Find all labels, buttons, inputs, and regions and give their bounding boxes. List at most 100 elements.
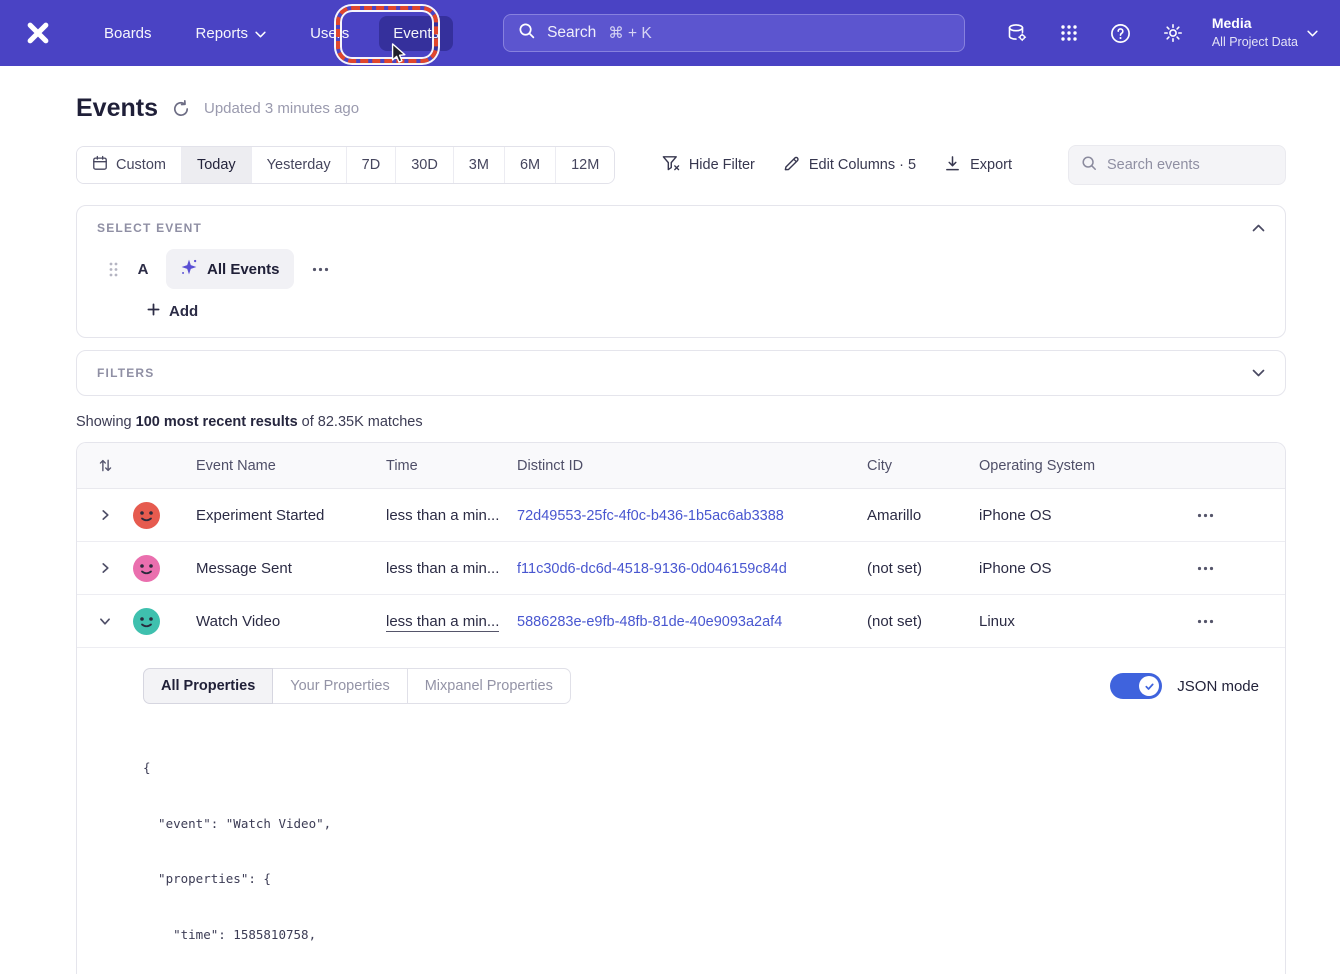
expand-chevron-down-icon[interactable]: [1252, 369, 1265, 377]
nav-item-reports[interactable]: Reports: [182, 16, 281, 51]
project-name: Media: [1212, 14, 1298, 34]
json-mode-toggle[interactable]: [1110, 673, 1162, 699]
add-event-button[interactable]: Add: [147, 303, 198, 320]
refresh-icon[interactable]: [172, 100, 190, 118]
cell-distinct-id-link[interactable]: 72d49553-25fc-4f0c-b436-1b5ac6ab3388: [517, 508, 784, 524]
project-subtitle: All Project Data: [1212, 34, 1298, 52]
cell-os: Linux: [979, 613, 1193, 630]
tab-mixpanel-properties[interactable]: Mixpanel Properties: [407, 668, 571, 704]
expand-row-chevron-right-icon[interactable]: [96, 558, 115, 578]
range-6m-button[interactable]: 6M: [504, 147, 555, 183]
table-header-row: Event Name Time Distinct ID City Operati…: [77, 443, 1285, 489]
cell-time: less than a min...: [386, 507, 517, 524]
main-content: Events Updated 3 minutes ago Custom Toda…: [0, 94, 1340, 974]
range-yesterday-button[interactable]: Yesterday: [251, 147, 346, 183]
range-label: 7D: [362, 157, 381, 173]
nav-item-label: Users: [310, 25, 349, 42]
table-row[interactable]: Experiment Started less than a min... 72…: [77, 489, 1285, 542]
sort-icon[interactable]: [77, 458, 133, 473]
apps-grid-icon[interactable]: [1056, 20, 1082, 46]
column-header-os: Operating System: [979, 458, 1193, 474]
hide-filter-button[interactable]: Hide Filter: [661, 154, 755, 176]
nav-items: Boards Reports Users Events: [90, 16, 453, 51]
column-header-event-name: Event Name: [179, 458, 386, 474]
cell-distinct-id-link[interactable]: 5886283e-e9fb-48fb-81de-40e9093a2af4: [517, 614, 782, 630]
row-more-menu-icon[interactable]: [1193, 562, 1218, 575]
range-label: 3M: [469, 157, 489, 173]
collapse-row-chevron-down-icon[interactable]: [95, 612, 115, 631]
help-icon[interactable]: [1108, 20, 1134, 46]
chevron-down-icon: [255, 25, 266, 42]
range-label: 12M: [571, 157, 599, 173]
nav-item-label: Events: [393, 25, 439, 42]
tab-all-properties[interactable]: All Properties: [143, 668, 273, 704]
table-row[interactable]: Message Sent less than a min... f11c30d6…: [77, 542, 1285, 595]
table-row-expanded[interactable]: Watch Video less than a min... 5886283e-…: [77, 595, 1285, 648]
event-avatar: [133, 555, 160, 582]
sparkle-icon: [180, 258, 198, 280]
project-switcher[interactable]: Media All Project Data: [1212, 14, 1318, 51]
global-search-input[interactable]: Search ⌘ + K: [503, 14, 965, 52]
page-title: Events: [76, 94, 158, 123]
settings-gear-icon[interactable]: [1160, 20, 1186, 46]
range-today-button[interactable]: Today: [181, 147, 251, 183]
search-events-box: [1068, 145, 1286, 185]
column-header-distinct-id: Distinct ID: [517, 458, 867, 474]
properties-tabs: All Properties Your Properties Mixpanel …: [143, 668, 571, 704]
row-more-menu-icon[interactable]: [1193, 615, 1218, 628]
nav-right: Media All Project Data: [1004, 14, 1318, 51]
row-detail-panel: All Properties Your Properties Mixpanel …: [77, 648, 1285, 974]
nav-item-events[interactable]: Events: [379, 16, 453, 51]
search-events-input[interactable]: [1107, 157, 1294, 173]
edit-columns-label: Edit Columns · 5: [809, 157, 916, 173]
data-icon[interactable]: [1004, 20, 1030, 46]
results-summary: Showing 100 most recent results of 82.35…: [76, 414, 1286, 430]
collapse-chevron-up-icon[interactable]: [1252, 224, 1265, 232]
search-shortcut: ⌘ + K: [608, 24, 652, 43]
range-3m-button[interactable]: 3M: [453, 147, 504, 183]
nav-item-users[interactable]: Users: [296, 16, 363, 51]
filters-panel: FILTERS: [76, 350, 1286, 396]
event-selector-row: A All Events: [97, 249, 1265, 289]
results-prefix: Showing: [76, 414, 136, 430]
pencil-icon: [783, 155, 800, 176]
chevron-down-icon: [1307, 24, 1318, 42]
cell-event-name: Message Sent: [179, 560, 386, 577]
json-viewer: { "event": "Watch Video", "properties": …: [143, 722, 1261, 974]
mixpanel-logo-icon[interactable]: [24, 19, 52, 47]
updated-timestamp: Updated 3 minutes ago: [204, 100, 359, 117]
expand-row-chevron-right-icon[interactable]: [96, 505, 115, 525]
all-events-chip[interactable]: All Events: [166, 249, 294, 289]
controls-bar: Custom Today Yesterday 7D 30D 3M 6M 12M …: [76, 145, 1286, 185]
nav-item-boards[interactable]: Boards: [90, 16, 166, 51]
tab-your-properties[interactable]: Your Properties: [272, 668, 407, 704]
event-avatar: [133, 608, 160, 635]
range-30d-button[interactable]: 30D: [395, 147, 453, 183]
cell-time: less than a min...: [386, 560, 517, 577]
right-controls: Hide Filter Edit Columns · 5 Export: [661, 145, 1286, 185]
detail-header: All Properties Your Properties Mixpanel …: [143, 668, 1261, 704]
range-12m-button[interactable]: 12M: [555, 147, 614, 183]
json-line: "event": "Watch Video",: [143, 815, 1261, 834]
search-icon: [518, 22, 535, 44]
drag-handle-icon[interactable]: [109, 262, 118, 277]
calendar-icon: [92, 155, 108, 175]
range-label: Yesterday: [267, 157, 331, 173]
event-more-menu-icon[interactable]: [308, 263, 333, 276]
row-more-menu-icon[interactable]: [1193, 509, 1218, 522]
export-label: Export: [970, 157, 1012, 173]
cell-event-name: Watch Video: [179, 613, 386, 630]
cell-city: (not set): [867, 613, 979, 630]
results-count: 100 most recent results: [136, 414, 298, 430]
range-label: Today: [197, 157, 236, 173]
range-7d-button[interactable]: 7D: [346, 147, 396, 183]
nav-item-label: Boards: [104, 25, 152, 42]
edit-columns-button[interactable]: Edit Columns · 5: [783, 155, 916, 176]
top-nav: Boards Reports Users Events Search ⌘ + K: [0, 0, 1340, 66]
export-button[interactable]: Export: [944, 155, 1012, 176]
filters-label: FILTERS: [97, 366, 155, 380]
search-icon: [1081, 155, 1097, 176]
json-line: {: [143, 759, 1261, 778]
cell-distinct-id-link[interactable]: f11c30d6-dc6d-4518-9136-0d046159c84d: [517, 561, 787, 577]
range-custom-button[interactable]: Custom: [77, 147, 181, 183]
